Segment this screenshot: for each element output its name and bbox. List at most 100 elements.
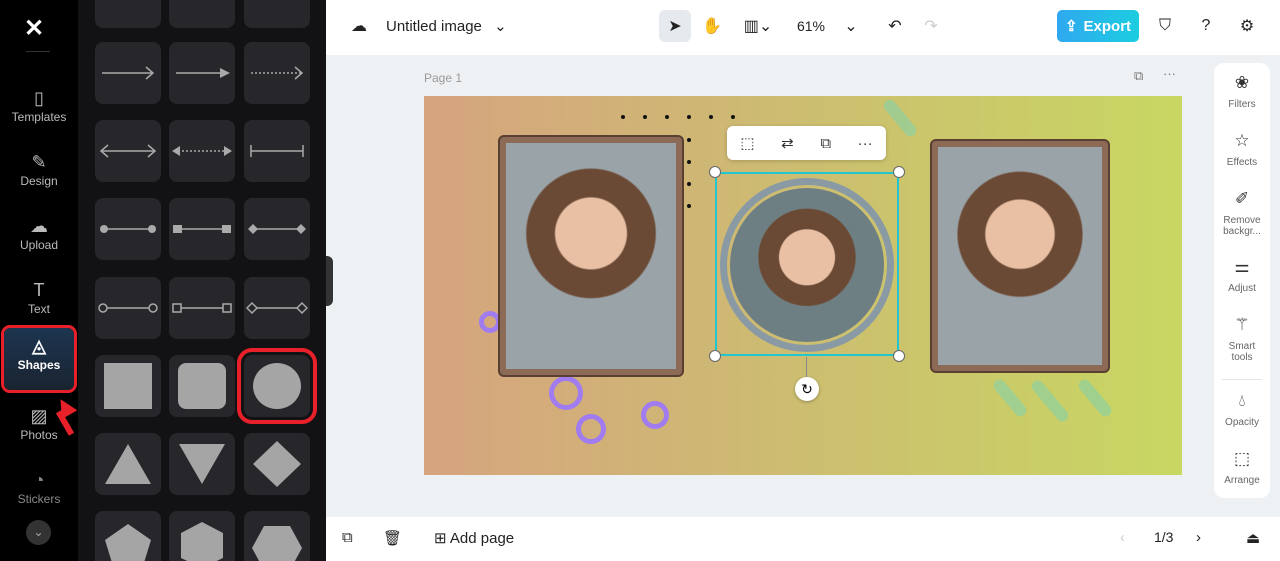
page-more-icon[interactable]: ··· [1163,66,1176,81]
tool-effects[interactable]: ☆ Effects [1214,132,1270,168]
resize-handle[interactable] [893,166,905,178]
export-button[interactable]: ⇪ Export [1057,10,1139,42]
selection-box[interactable] [715,172,899,356]
nav-label: Shapes [17,358,61,372]
nav-label: Stickers [17,492,61,506]
tool-arrange[interactable]: ⬚ Arrange [1214,449,1270,486]
shape-line-open-dots[interactable] [95,277,161,339]
nav-label: Photos [20,428,58,442]
duplicate-icon[interactable]: ⧉ [820,135,831,152]
undo-icon[interactable]: ↶ [882,10,908,42]
hand-tool-icon[interactable]: ✋ [699,10,725,42]
nav-design[interactable]: ✎ Design [4,144,74,206]
duplicate-page-icon[interactable]: ⧉ [1134,68,1143,84]
document-title[interactable]: Untitled image ⌄ [386,17,507,35]
nav-shapes[interactable]: ◬ Shapes [1,325,77,393]
bottom-bar: ⧉ 🗑︎ ⊞ Add page ‹ 1/3 › ⏏ [326,517,1280,561]
shape-triangle[interactable] [95,433,161,495]
shield-icon[interactable]: ⛉ [1152,10,1178,42]
shape-line-diamonds[interactable] [244,198,310,260]
shape-rounded-square[interactable] [169,355,235,417]
shape-line-open-squares[interactable] [169,277,235,339]
magic-wand-icon: ⚚ [1234,315,1250,334]
replace-icon[interactable]: ⇄ [781,134,794,152]
shape-pentagon[interactable] [95,511,161,561]
crop-icon[interactable]: ⬚ [740,134,754,152]
portrait-photo [938,147,1102,365]
page-counter: 1/3 [1154,529,1174,545]
divider [26,51,50,52]
photo-frame-right[interactable] [930,139,1110,373]
capcut-logo[interactable]: ✕ [24,14,44,43]
upload-icon: ☁ [30,216,48,236]
nav-label: Upload [19,238,59,252]
duplicate-page-icon[interactable]: ⧉ [342,529,353,546]
shape-tile[interactable] [244,0,310,28]
nav-templates[interactable]: ▯ Templates [4,80,74,142]
shape-arrow-dotted[interactable] [244,42,310,104]
resize-handle[interactable] [709,350,721,362]
shape-line-squares[interactable] [169,198,235,260]
redo-icon[interactable]: ↷ [918,10,944,42]
panel-collapse-handle[interactable] [326,256,333,306]
nav-upload[interactable]: ☁ Upload [4,208,74,270]
next-page-icon[interactable]: › [1196,529,1201,546]
tool-adjust[interactable]: ⚌ Adjust [1214,258,1270,294]
decor-stripe [991,377,1029,419]
tool-opacity[interactable]: 💧︎ Opacity [1214,392,1270,428]
tool-filters[interactable]: ❀ Filters [1214,74,1270,110]
shape-tile[interactable] [95,0,161,28]
nav-text[interactable]: T Text [4,272,74,334]
shape-arrow-line[interactable] [95,42,161,104]
tool-label: Opacity [1225,417,1259,428]
shape-circle[interactable] [237,348,317,424]
shape-double-arrow-dotted[interactable] [169,120,235,182]
layout-dropdown-icon[interactable]: ▥⌄ [738,10,778,42]
resize-handle[interactable] [893,350,905,362]
rotate-icon[interactable]: ↻ [795,377,819,401]
more-chevron-down-icon[interactable]: ⌄ [26,520,51,545]
shape-hexagon[interactable] [169,511,235,561]
title-text: Untitled image [386,18,482,35]
shape-double-arrow[interactable] [95,120,161,182]
collapse-pages-icon[interactable]: ⏏ [1246,529,1260,547]
shape-hexagon-flat[interactable] [244,511,310,561]
decor-dot [687,204,691,208]
tool-smart-tools[interactable]: ⚚ Smart tools [1214,315,1270,363]
resize-handle[interactable] [709,166,721,178]
add-page-button[interactable]: ⊞ Add page [434,529,514,547]
shape-inverted-triangle[interactable] [169,433,235,495]
nav-label: Templates [11,110,67,124]
top-toolbar: ☁ Untitled image ⌄ ➤ ✋ ▥⌄ 61% ⌄ ↶ ↷ ⇪ Exp… [326,0,1280,55]
shape-arrow-solid[interactable] [169,42,235,104]
select-tool-icon[interactable]: ➤ [659,10,691,42]
cloud-save-icon[interactable]: ☁ [346,10,372,42]
help-icon[interactable]: ? [1193,10,1219,42]
shape-line-dots[interactable] [95,198,161,260]
photo-frame-left[interactable] [498,135,684,377]
arrange-icon: ⬚ [1233,449,1251,468]
tool-remove-background[interactable]: ✐ Remove backgr... [1214,190,1270,237]
add-page-label: Add page [449,530,515,547]
decor-dot [687,160,691,164]
shape-diamond[interactable] [244,433,310,495]
decor-dot [687,115,691,119]
nav-stickers[interactable]: ◔ Stickers [4,462,74,524]
prev-page-icon[interactable]: ‹ [1120,529,1125,546]
text-icon: T [33,280,45,300]
shape-bracket-line[interactable] [244,120,310,182]
zoom-chevron-down-icon[interactable]: ⌄ [838,10,864,42]
stickers-icon: ◔ [33,470,45,490]
decor-dot [687,182,691,186]
export-icon: ⇪ [1064,18,1078,35]
shape-tile[interactable] [169,0,235,28]
decor-ring [641,401,669,429]
more-icon[interactable]: ··· [858,135,873,152]
delete-trash-icon[interactable]: 🗑︎ [383,529,402,547]
shape-line-open-diamonds[interactable] [244,277,310,339]
decor-dot [709,115,713,119]
zoom-level[interactable]: 61% [791,10,831,42]
settings-gear-icon[interactable]: ⚙ [1234,10,1260,42]
decor-dot [665,115,669,119]
shape-square[interactable] [95,355,161,417]
